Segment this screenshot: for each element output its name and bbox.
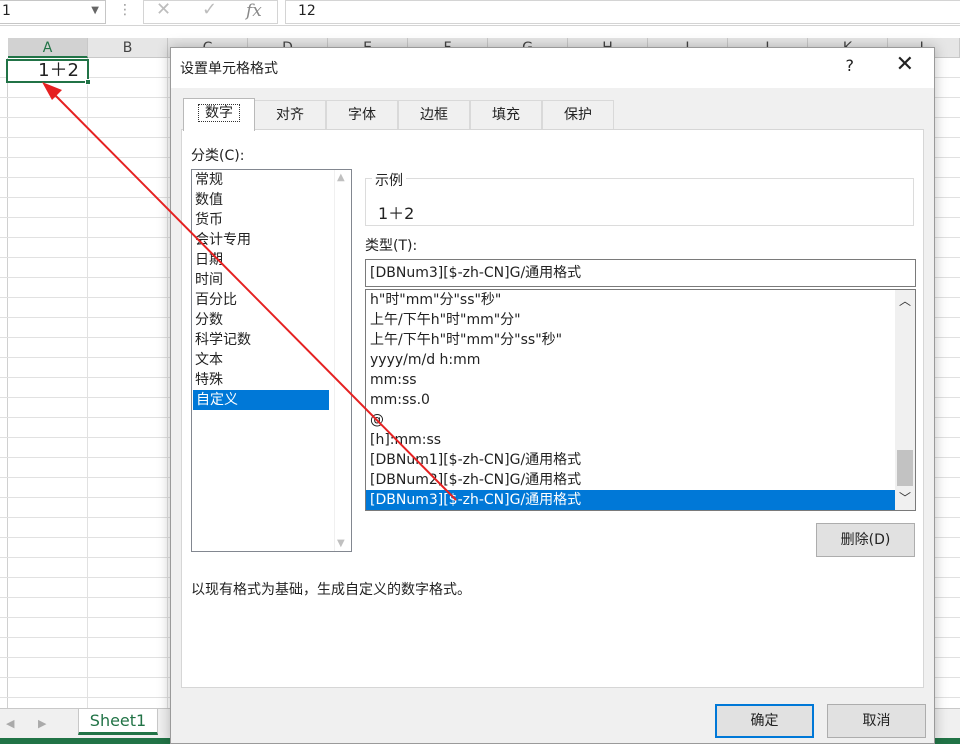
sheet-tab[interactable]: Sheet1 <box>78 709 158 735</box>
selected-cell-a1[interactable]: 1＋2 <box>6 59 89 83</box>
category-item[interactable]: 货币 <box>192 210 351 230</box>
tab-protection[interactable]: 保护 <box>542 100 614 130</box>
dialog-title: 设置单元格格式 <box>180 61 278 77</box>
type-input[interactable]: [DBNum3][$-zh-CN]G/通用格式 <box>365 259 916 287</box>
help-icon[interactable]: ? <box>846 56 855 75</box>
format-cells-dialog: 设置单元格格式 ? ✕ 数字 对齐 字体 边框 填充 保护 分类(C): 常规 … <box>170 47 935 744</box>
format-item[interactable]: [DBNum2][$-zh-CN]G/通用格式 <box>366 470 895 490</box>
category-list[interactable]: 常规 数值 货币 会计专用 日期 时间 百分比 分数 科学记数 文本 特殊 自定… <box>191 169 352 552</box>
cancel-icon[interactable]: ✕ <box>156 0 171 20</box>
format-item-selected[interactable]: [DBNum3][$-zh-CN]G/通用格式 <box>366 490 895 510</box>
category-item[interactable]: 特殊 <box>192 370 351 390</box>
format-item[interactable]: 上午/下午h"时"mm"分"ss"秒" <box>366 330 895 350</box>
column-header-a[interactable]: A <box>8 38 88 58</box>
category-scrollbar[interactable]: ▲ ▼ <box>334 170 351 551</box>
name-box[interactable]: 1 ▼ <box>0 0 106 24</box>
format-item[interactable]: 上午/下午h"时"mm"分" <box>366 310 895 330</box>
sample-box <box>365 178 914 226</box>
sheet-nav-arrows-icon[interactable]: ◀ ▶ <box>6 717 56 730</box>
scroll-up-icon[interactable]: ▲ <box>337 172 345 183</box>
scroll-down-icon[interactable]: ﹀ <box>899 489 911 506</box>
category-item-selected[interactable]: 自定义 <box>193 390 329 410</box>
tab-number-label: 数字 <box>198 104 240 122</box>
tab-font[interactable]: 字体 <box>326 100 398 130</box>
category-item[interactable]: 数值 <box>192 190 351 210</box>
format-item[interactable]: mm:ss.0 <box>366 390 895 410</box>
scroll-thumb[interactable] <box>897 450 913 486</box>
tab-alignment[interactable]: 对齐 <box>254 100 326 130</box>
category-item[interactable]: 会计专用 <box>192 230 351 250</box>
cancel-button[interactable]: 取消 <box>827 704 926 738</box>
insert-function-icon[interactable]: fx <box>246 1 262 21</box>
scroll-up-icon[interactable]: ︿ <box>899 292 911 309</box>
scroll-down-icon[interactable]: ▼ <box>337 538 345 549</box>
delete-button[interactable]: 删除(D) <box>816 523 915 557</box>
format-item[interactable]: [h]:mm:ss <box>366 430 895 450</box>
category-item[interactable]: 百分比 <box>192 290 351 310</box>
category-item[interactable]: 分数 <box>192 310 351 330</box>
chevron-down-icon[interactable]: ▼ <box>91 1 99 21</box>
sample-label: 示例 <box>372 170 406 190</box>
type-label: 类型(T): <box>365 238 418 254</box>
tab-fill[interactable]: 填充 <box>470 100 542 130</box>
tab-number[interactable]: 数字 <box>183 98 255 131</box>
format-item[interactable]: yyyy/m/d h:mm <box>366 350 895 370</box>
format-scrollbar[interactable]: ︿ ﹀ <box>895 290 915 510</box>
close-icon[interactable]: ✕ <box>896 52 914 77</box>
format-item[interactable]: h"时"mm"分"ss"秒" <box>366 290 895 310</box>
fill-handle[interactable] <box>85 79 91 85</box>
category-item[interactable]: 时间 <box>192 270 351 290</box>
tab-border[interactable]: 边框 <box>398 100 470 130</box>
more-vert-icon: ⋮ <box>118 2 132 18</box>
formula-bar: 1 ▼ ⋮ ✕ ✓ fx 12 <box>0 0 960 26</box>
enter-icon[interactable]: ✓ <box>202 0 217 20</box>
dialog-title-bar: 设置单元格格式 ? ✕ <box>171 48 934 88</box>
sample-value: 1＋2 <box>378 204 415 223</box>
name-box-value: 1 <box>2 3 11 19</box>
category-item[interactable]: 日期 <box>192 250 351 270</box>
format-item[interactable]: mm:ss <box>366 370 895 390</box>
category-label: 分类(C): <box>191 148 245 164</box>
format-description: 以现有格式为基础，生成自定义的数字格式。 <box>191 582 471 598</box>
formula-input[interactable]: 12 <box>285 0 960 24</box>
ok-button[interactable]: 确定 <box>715 704 814 738</box>
format-list[interactable]: h"时"mm"分"ss"秒" 上午/下午h"时"mm"分" 上午/下午h"时"m… <box>365 289 916 511</box>
format-item[interactable]: [DBNum1][$-zh-CN]G/通用格式 <box>366 450 895 470</box>
category-item[interactable]: 文本 <box>192 350 351 370</box>
column-header-b[interactable]: B <box>88 38 168 58</box>
category-item[interactable]: 常规 <box>192 170 351 190</box>
category-item[interactable]: 科学记数 <box>192 330 351 350</box>
number-tab-panel: 分类(C): 常规 数值 货币 会计专用 日期 时间 百分比 分数 科学记数 文… <box>181 129 924 688</box>
formula-actions: ✕ ✓ fx <box>143 0 278 24</box>
format-item[interactable]: @ <box>366 410 895 430</box>
